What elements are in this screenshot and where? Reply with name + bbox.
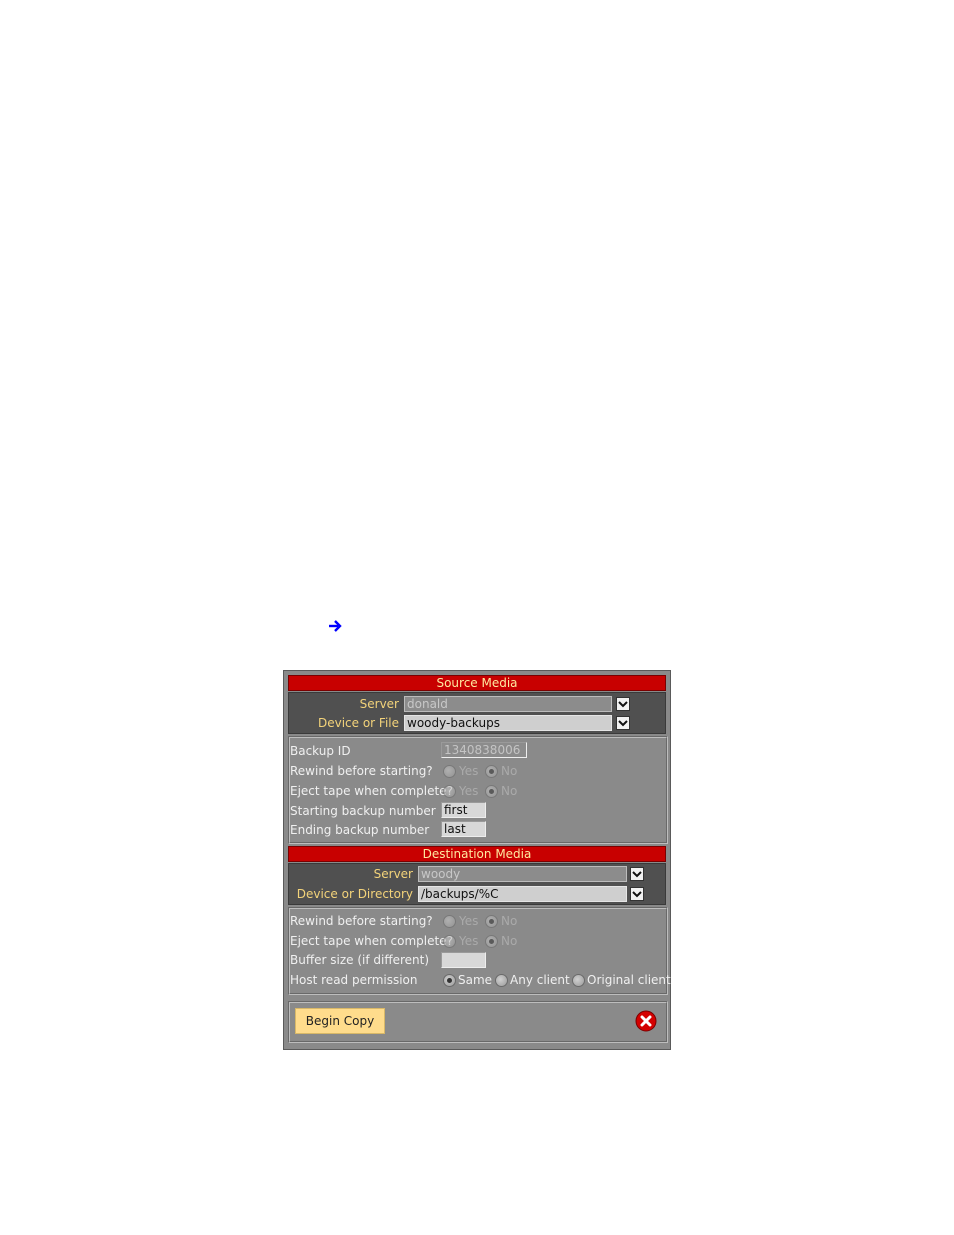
destination-device-label: Device or Directory — [296, 887, 413, 901]
source-eject-label: Eject tape when complete? — [290, 784, 453, 798]
source-eject-yes-radio[interactable] — [443, 785, 456, 798]
buffer-size-field[interactable] — [441, 952, 486, 968]
close-icon[interactable] — [635, 1010, 657, 1032]
source-device-field[interactable]: woody-backups — [404, 715, 612, 731]
destination-server-dropdown[interactable] — [630, 867, 644, 881]
destination-eject-no-radio[interactable] — [485, 935, 498, 948]
ending-backup-field[interactable]: last — [441, 821, 486, 837]
source-eject-yes-label: Yes — [459, 784, 479, 798]
destination-rewind-no-radio[interactable] — [485, 915, 498, 928]
destination-media-title: Destination Media — [288, 846, 666, 862]
destination-rewind-label: Rewind before starting? — [290, 914, 433, 928]
begin-copy-button[interactable]: Begin Copy — [295, 1008, 385, 1034]
permission-any-client-label: Any client — [510, 973, 570, 987]
destination-eject-label: Eject tape when complete? — [290, 934, 453, 948]
source-server-label: Server — [359, 697, 399, 711]
permission-original-client-label: Original client — [587, 973, 671, 987]
host-read-permission-label: Host read permission — [290, 973, 418, 987]
destination-eject-no-label: No — [501, 934, 518, 948]
source-device-label: Device or File — [317, 716, 399, 730]
destination-server-label: Server — [373, 867, 413, 881]
source-eject-no-radio[interactable] — [485, 785, 498, 798]
chevron-down-icon — [618, 720, 628, 727]
starting-backup-label: Starting backup number — [290, 804, 436, 818]
arrow-right-icon — [329, 620, 342, 632]
source-rewind-label: Rewind before starting? — [290, 764, 433, 778]
source-options-group: Backup ID 1340838006 Rewind before start… — [288, 736, 668, 844]
source-device-dropdown[interactable] — [616, 716, 630, 730]
source-server-dropdown[interactable] — [616, 697, 630, 711]
destination-rewind-yes-label: Yes — [459, 914, 479, 928]
source-media-title: Source Media — [288, 675, 666, 691]
buffer-size-label: Buffer size (if different) — [290, 953, 430, 967]
source-server-field[interactable]: donald — [404, 696, 612, 712]
source-rewind-yes-label: Yes — [459, 764, 479, 778]
source-rewind-no-label: No — [501, 764, 518, 778]
destination-eject-yes-label: Yes — [459, 934, 479, 948]
destination-options-group: Rewind before starting? Yes No Eject tap… — [288, 907, 671, 995]
destination-rewind-no-label: No — [501, 914, 518, 928]
chevron-down-icon — [632, 871, 642, 878]
source-rewind-yes-radio[interactable] — [443, 765, 456, 778]
source-eject-no-label: No — [501, 784, 518, 798]
destination-server-field[interactable]: woody — [418, 866, 627, 882]
permission-any-client-radio[interactable] — [495, 974, 508, 987]
backup-id-label: Backup ID — [290, 744, 351, 758]
destination-eject-yes-radio[interactable] — [443, 935, 456, 948]
chevron-down-icon — [618, 701, 628, 708]
permission-same-radio[interactable] — [443, 974, 456, 987]
ending-backup-label: Ending backup number — [290, 823, 430, 837]
destination-server-section: Server woody Device or Directory /backup… — [288, 863, 666, 905]
permission-same-label: Same — [458, 973, 493, 987]
source-server-section: Server donald Device or File woody-backu… — [288, 692, 666, 734]
starting-backup-field[interactable]: first — [441, 802, 486, 818]
source-rewind-no-radio[interactable] — [485, 765, 498, 778]
chevron-down-icon — [632, 891, 642, 898]
destination-rewind-yes-radio[interactable] — [443, 915, 456, 928]
destination-device-field[interactable]: /backups/%C — [418, 886, 627, 902]
copy-media-dialog: Source Media Server donald Device or Fil… — [283, 670, 671, 1050]
backup-id-field[interactable]: 1340838006 — [441, 742, 527, 758]
permission-original-client-radio[interactable] — [572, 974, 585, 987]
destination-device-dropdown[interactable] — [630, 887, 644, 901]
